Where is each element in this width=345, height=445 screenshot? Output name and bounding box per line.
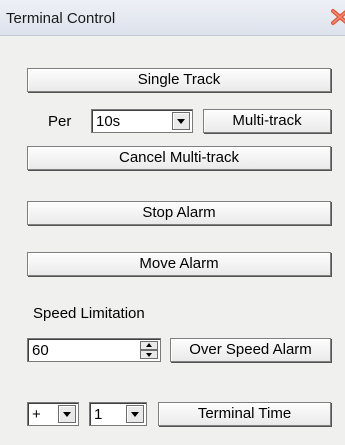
- time-sign-select[interactable]: +: [27, 402, 79, 426]
- window-title: Terminal Control: [6, 10, 116, 27]
- chevron-down-icon[interactable]: [172, 112, 190, 130]
- spin-up-icon[interactable]: [140, 341, 158, 350]
- per-label: Per: [48, 113, 72, 130]
- single-track-button[interactable]: Single Track: [27, 68, 331, 92]
- over-speed-alarm-button[interactable]: Over Speed Alarm: [170, 338, 331, 362]
- speed-limit-stepper[interactable]: 60: [27, 338, 161, 362]
- move-alarm-button[interactable]: Move Alarm: [27, 252, 331, 276]
- speed-limitation-label: Speed Limitation: [33, 305, 145, 322]
- time-offset-value: 1: [94, 406, 103, 423]
- cancel-multi-track-button[interactable]: Cancel Multi-track: [27, 146, 331, 170]
- terminal-time-button[interactable]: Terminal Time: [158, 402, 331, 426]
- speed-limit-value: 60: [32, 342, 49, 359]
- multi-track-button[interactable]: Multi-track: [203, 109, 331, 133]
- terminal-control-panel: Terminal Control Single Track Per 10s Mu…: [0, 0, 345, 445]
- close-icon[interactable]: [329, 8, 345, 26]
- chevron-down-icon[interactable]: [126, 405, 144, 423]
- per-interval-value: 10s: [96, 113, 121, 130]
- time-sign-value: +: [32, 406, 41, 423]
- title-bar: Terminal Control: [0, 0, 345, 36]
- time-offset-select[interactable]: 1: [89, 402, 147, 426]
- stop-alarm-button[interactable]: Stop Alarm: [27, 201, 331, 225]
- chevron-down-icon[interactable]: [58, 405, 76, 423]
- per-interval-select[interactable]: 10s: [91, 109, 193, 133]
- spin-down-icon[interactable]: [140, 350, 158, 359]
